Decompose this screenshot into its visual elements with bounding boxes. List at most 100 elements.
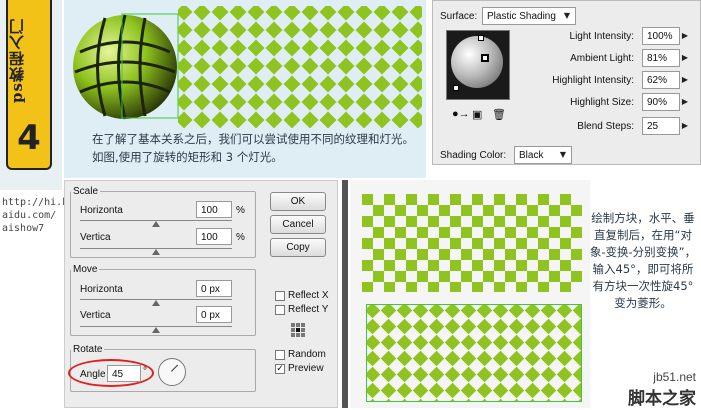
checker-tile [450, 194, 461, 205]
checker-tile [538, 238, 549, 249]
checker-tile [417, 249, 428, 260]
highlight-intensity-input[interactable]: 62% [642, 71, 680, 89]
url-line-3: aishow7 [2, 223, 45, 234]
diamond-tile [283, 39, 301, 57]
diamond-tile [460, 398, 477, 401]
chevron-down-icon[interactable]: ▼ [558, 146, 568, 164]
random-checkbox[interactable] [275, 350, 285, 360]
cancel-button[interactable]: Cancel [270, 215, 326, 234]
diamond-tile [444, 398, 461, 401]
watermark-name: 脚本之家 [628, 389, 696, 408]
diamond-tile [476, 350, 493, 367]
slider-thumb[interactable] [152, 249, 160, 255]
diamond-tile [508, 382, 525, 399]
diamond-tile [319, 111, 337, 128]
copy-button[interactable]: Copy [270, 238, 326, 257]
diamond-tile [367, 366, 381, 383]
diamond-tile [355, 21, 373, 39]
diamond-tile [396, 318, 413, 335]
series-text: ps教程入门 [8, 18, 26, 104]
diamond-tile [319, 21, 337, 39]
diamond-tile [492, 318, 509, 335]
diamond-tile [373, 75, 391, 93]
diamond-tile [367, 334, 381, 351]
chevron-right-icon[interactable]: ▶ [680, 71, 690, 89]
chevron-right-icon[interactable]: ▶ [680, 49, 690, 67]
blend-steps-input[interactable]: 25 [642, 117, 680, 135]
diamond-tile [396, 350, 413, 367]
checker-tile [461, 205, 472, 216]
diamond-tile [572, 318, 581, 335]
scale-horizontal-input[interactable]: 100 [196, 201, 232, 218]
diamond-tile [476, 366, 493, 383]
checker-tile [406, 282, 417, 292]
ok-button[interactable]: OK [270, 192, 326, 211]
diamond-tile [355, 57, 373, 75]
slider-thumb[interactable] [152, 221, 160, 227]
checker-tile [516, 194, 527, 205]
diamond-tile [229, 93, 247, 111]
new-icon[interactable]: ▣ [472, 108, 482, 121]
diamond-tile [444, 305, 461, 319]
diamond-tile [540, 398, 557, 401]
diamond-tile [178, 111, 193, 128]
checker-tile [494, 238, 505, 249]
diamond-tile [444, 350, 461, 367]
angle-input[interactable]: 45 [107, 365, 141, 382]
chevron-right-icon[interactable]: ▶ [680, 93, 690, 111]
checker-tile [571, 205, 582, 216]
highlight-size-input[interactable]: 90% [642, 93, 680, 111]
diamond-tile [409, 111, 422, 128]
diamond-tile [301, 111, 319, 128]
diamond-tile [247, 75, 265, 93]
diamond-tile [556, 318, 573, 335]
diamond-tile [229, 39, 247, 57]
angle-dial[interactable] [158, 358, 186, 386]
ambient-light-label: Ambient Light: [570, 53, 634, 64]
checker-tile [417, 271, 428, 282]
diamond-tile [337, 75, 355, 93]
diamond-tile [540, 305, 557, 319]
diamond-tile [193, 75, 211, 93]
light-handle-1[interactable] [478, 35, 484, 41]
checker-tile [549, 249, 560, 260]
reflect-y-checkbox[interactable] [275, 305, 285, 315]
move-horizontal-input[interactable]: 0 px [196, 280, 232, 297]
diamond-tile [524, 350, 541, 367]
diamond-tile [460, 318, 477, 335]
checker-tile [494, 260, 505, 271]
diamond-tile [572, 350, 581, 367]
slider-thumb[interactable] [152, 300, 160, 306]
chevron-down-icon[interactable]: ▼ [562, 7, 572, 25]
diamond-tile [524, 382, 541, 399]
checker-tile [384, 260, 395, 271]
scale-vertical-input[interactable]: 100 [196, 228, 232, 245]
diamond-tile [428, 318, 445, 335]
chevron-right-icon[interactable]: ▶ [680, 117, 690, 135]
checker-tile [406, 216, 417, 227]
lesson-number: 4 [17, 118, 41, 158]
new-light-icon[interactable]: ●→ [452, 108, 470, 120]
checker-tile [461, 271, 472, 282]
surface-label: Surface: [440, 11, 478, 22]
diamond-tile [524, 318, 541, 335]
slider-thumb[interactable] [152, 327, 160, 333]
checker-tile [428, 282, 439, 292]
checker-tile [483, 205, 494, 216]
diamond-tile [337, 21, 355, 39]
checker-tile [472, 216, 483, 227]
move-vertical-input[interactable]: 0 px [196, 306, 232, 323]
reference-point-icon[interactable] [291, 323, 305, 337]
trash-icon[interactable]: 🗑 [492, 108, 506, 121]
diamond-tile [211, 75, 229, 93]
diamond-tile [476, 382, 493, 399]
chevron-right-icon[interactable]: ▶ [680, 27, 690, 45]
checker-tile [406, 260, 417, 271]
preview-checkbox[interactable]: ✓ [275, 364, 285, 374]
reflect-x-checkbox[interactable] [275, 291, 285, 301]
diamond-tile [319, 39, 337, 57]
light-handle-3[interactable] [453, 85, 459, 91]
ambient-light-input[interactable]: 81% [642, 49, 680, 67]
light-intensity-input[interactable]: 100% [642, 27, 680, 45]
light-handle-2[interactable] [481, 54, 489, 62]
